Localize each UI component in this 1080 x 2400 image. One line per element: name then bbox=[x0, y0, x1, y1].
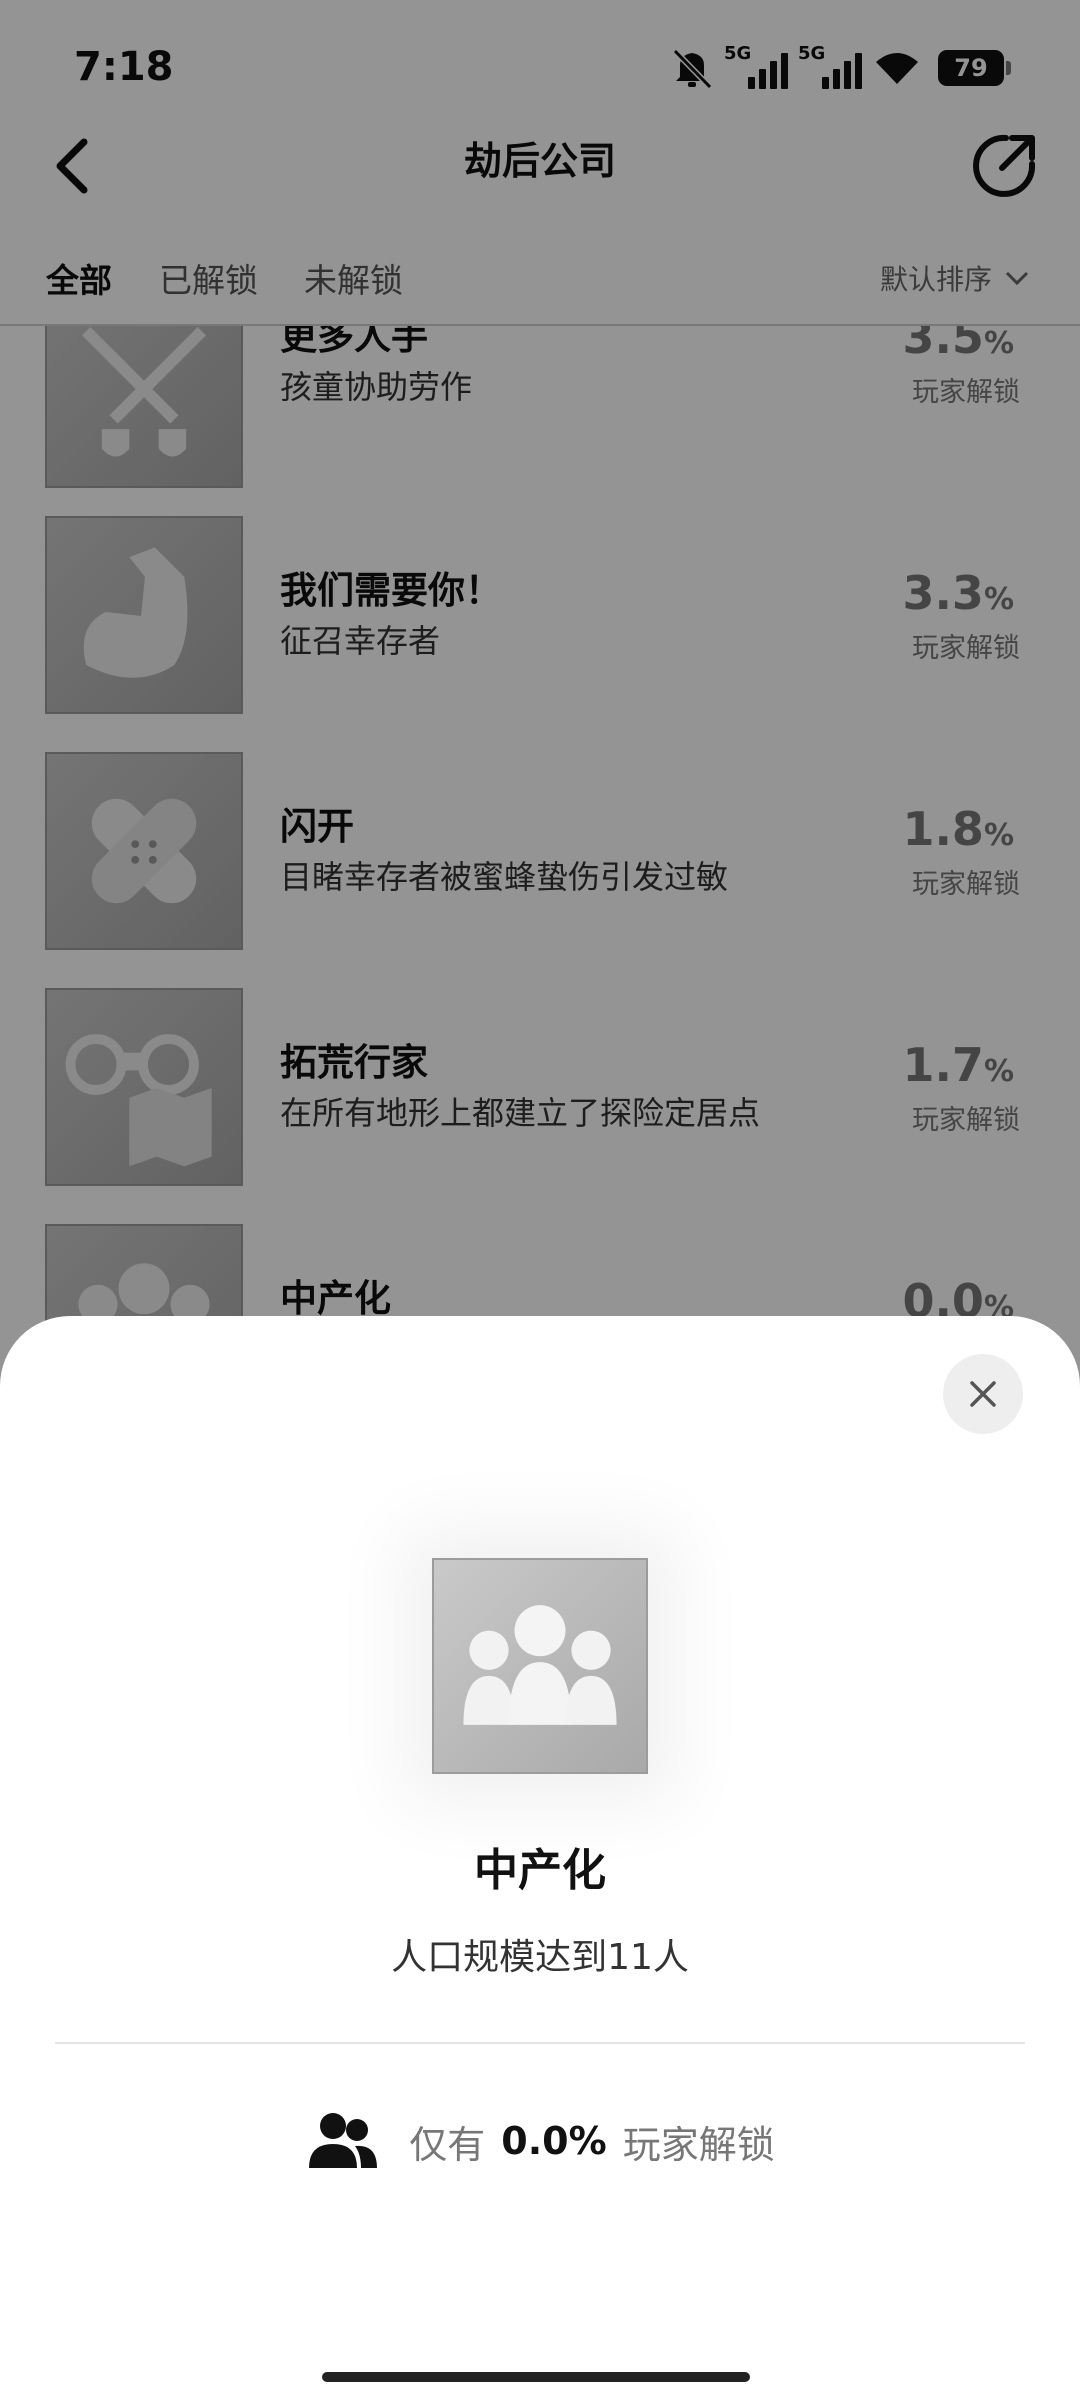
stats-value: 0.0% bbox=[501, 2119, 607, 2163]
home-indicator[interactable] bbox=[322, 2372, 750, 2382]
unlock-stats: 仅有 0.0% 玩家解锁 bbox=[0, 2110, 1080, 2172]
family-icon bbox=[463, 1605, 617, 1725]
achievement-title: 中产化 bbox=[474, 1845, 606, 1896]
stats-prefix: 仅有 bbox=[409, 2122, 486, 2167]
achievement-desc: 人口规模达到11人 bbox=[391, 1937, 689, 1978]
divider bbox=[55, 2042, 1025, 2044]
close-button[interactable] bbox=[943, 1354, 1023, 1434]
achievement-badge-large bbox=[432, 1558, 648, 1774]
achievement-detail-sheet: 中产化 人口规模达到11人 仅有 0.0% 玩家解锁 bbox=[0, 1316, 1080, 2400]
close-icon bbox=[970, 1381, 996, 1407]
stats-suffix: 玩家解锁 bbox=[622, 2122, 775, 2167]
people-icon bbox=[309, 2113, 378, 2168]
achievement-badge bbox=[432, 1558, 648, 1774]
